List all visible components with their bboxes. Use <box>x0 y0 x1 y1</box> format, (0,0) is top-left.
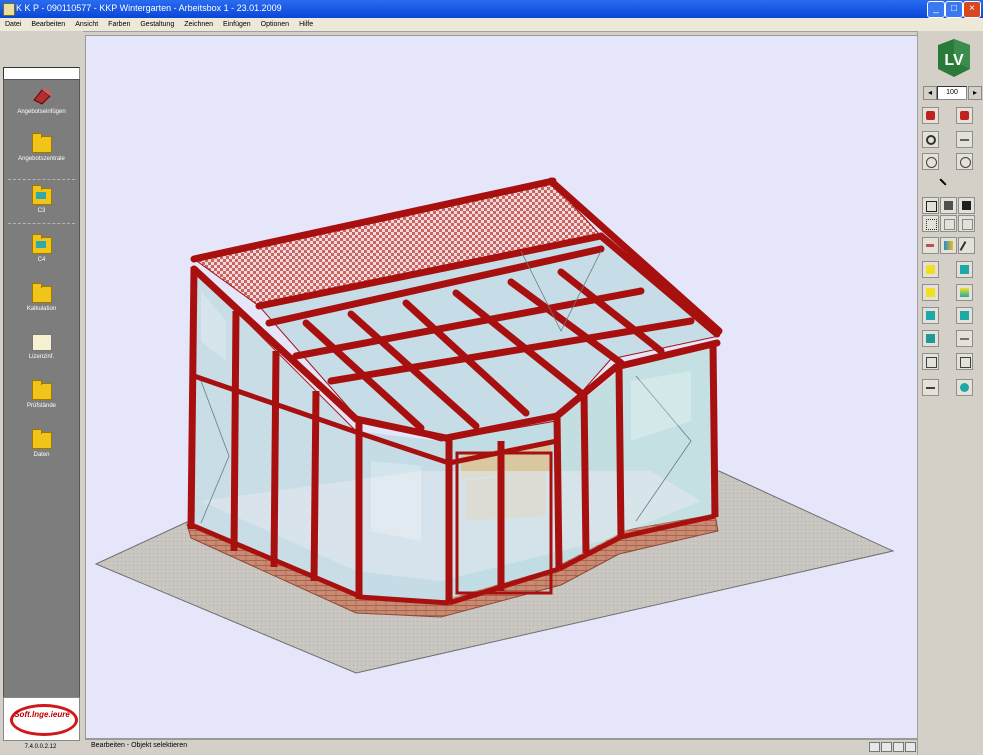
zoom-in-button[interactable]: ▸ <box>968 86 982 100</box>
status-button-1[interactable] <box>869 742 880 752</box>
menu-bar: Datei Bearbeiten Ansicht Farben Gestaltung Ze… <box>0 18 983 32</box>
window-title: K K P - 090110577 - KKP Wintergarten - A… <box>16 3 282 13</box>
sidebar-item-label: C3 <box>37 208 46 214</box>
status-bar: Bearbeiten - Objekt selektieren <box>85 739 917 754</box>
logo-swirl <box>10 704 78 736</box>
door-icon[interactable] <box>956 353 973 370</box>
sidebar-item-kalkulation[interactable]: Kalkulation <box>4 283 79 322</box>
menu-einfuegen[interactable]: Einfügen <box>218 18 256 31</box>
window-icon[interactable] <box>922 353 939 370</box>
status-text: Bearbeiten - Objekt selektieren <box>91 742 188 749</box>
tool-red-right-icon[interactable] <box>956 107 973 124</box>
drawing-canvas[interactable] <box>85 35 919 739</box>
sidebar-item-pruefstaende[interactable]: Prüfstände <box>4 380 79 419</box>
folder-teal-icon <box>31 234 52 254</box>
sidebar-item-label: Lizenzinf. <box>28 354 55 360</box>
pencil-icon[interactable] <box>958 237 975 254</box>
print-icon[interactable] <box>940 197 957 214</box>
status-button-2[interactable] <box>881 742 892 752</box>
version-label: 7.4.0.0.2.12 <box>3 741 78 753</box>
sidebar-item-daten[interactable]: Daten <box>4 429 79 468</box>
palette-icon[interactable] <box>940 237 957 254</box>
left-panel: Angebotseinfügen Angebotszentrale C3 C4 … <box>0 31 83 755</box>
conservatory-3d-view <box>94 177 895 674</box>
grid-icon[interactable] <box>922 215 939 232</box>
quote-icon <box>32 88 52 105</box>
folder-icon <box>31 429 52 449</box>
rotate-right-icon[interactable] <box>956 153 973 170</box>
teal-shape-icon[interactable] <box>956 379 973 396</box>
menu-ansicht[interactable]: Ansicht <box>70 18 103 31</box>
yellow-corner-icon[interactable] <box>922 284 939 301</box>
menu-optionen[interactable]: Optionen <box>256 18 294 31</box>
status-button-3[interactable] <box>893 742 904 752</box>
sidebar-item-label: Prüfstände <box>26 403 57 409</box>
logo-text: Soft.Inge.ieure <box>14 710 70 719</box>
status-button-4[interactable] <box>905 742 916 752</box>
lv-logo-icon: LV <box>938 39 970 77</box>
zoom-icon[interactable] <box>922 131 939 148</box>
yellow-panel-icon[interactable] <box>922 261 939 278</box>
zoom-out-button[interactable]: ◂ <box>923 86 937 100</box>
teal-column-icon[interactable] <box>922 330 939 347</box>
yellow-teal-corner-icon[interactable] <box>956 284 973 301</box>
sidebar-item-label: Daten <box>33 452 50 458</box>
right-toolbar: LV ◂ 100 ▸ <box>917 31 983 755</box>
menu-farben[interactable]: Farben <box>103 18 135 31</box>
rotate-left-icon[interactable] <box>922 153 939 170</box>
document-folder-icon <box>31 334 52 351</box>
lv-logo-text: LV <box>944 52 964 69</box>
company-logo: Soft.Inge.ieure <box>3 697 80 741</box>
minus-icon[interactable] <box>922 379 939 396</box>
calculator-folder-icon <box>31 283 52 303</box>
sidebar-item-label: Kalkulation <box>26 306 57 312</box>
sidebar-item-angebot[interactable]: Angebotseinfügen <box>4 86 79 122</box>
app-icon <box>3 3 15 16</box>
menu-gestaltung[interactable]: Gestaltung <box>135 18 179 31</box>
sidebar-item-label: Angebotszentrale <box>18 156 65 162</box>
menu-hilfe[interactable]: Hilfe <box>294 18 318 31</box>
zoom-field[interactable]: 100 <box>937 86 967 100</box>
folder-teal-icon <box>31 185 52 205</box>
draw-icon[interactable] <box>922 237 939 254</box>
pan-icon[interactable] <box>956 131 973 148</box>
sidebar-item-lizenz[interactable]: Lizenzinf. <box>4 334 79 370</box>
sidebar-item-label: C4 <box>37 257 46 263</box>
sidebar: Angebotseinfügen Angebotszentrale C3 C4 … <box>3 79 80 725</box>
menu-zeichnen[interactable]: Zeichnen <box>179 18 218 31</box>
zoom-control: ◂ 100 ▸ <box>921 85 982 100</box>
sidebar-item-c3[interactable]: C3 <box>4 185 79 224</box>
teal-corner-icon[interactable] <box>922 307 939 324</box>
sidebar-item-c4[interactable]: C4 <box>4 234 79 273</box>
title-bar: K K P - 090110577 - KKP Wintergarten - A… <box>0 0 983 18</box>
minimize-button[interactable]: _ <box>927 1 945 18</box>
tool-red-left-icon[interactable] <box>922 107 939 124</box>
paste-icon[interactable] <box>958 215 975 232</box>
layer-icon[interactable] <box>922 197 939 214</box>
sidebar-item-zentrale[interactable]: Angebotszentrale <box>4 133 79 172</box>
folder-documents-icon <box>31 133 52 153</box>
save-icon[interactable] <box>958 197 975 214</box>
folder-icon <box>31 380 52 400</box>
copy-icon[interactable] <box>940 215 957 232</box>
sidebar-divider <box>8 179 75 180</box>
teal-wall-icon[interactable] <box>956 307 973 324</box>
teal-panel-icon[interactable] <box>956 261 973 278</box>
close-button[interactable]: × <box>963 1 981 18</box>
pointer-icon[interactable] <box>939 175 956 192</box>
menu-datei[interactable]: Datei <box>0 18 26 31</box>
sidebar-divider <box>8 223 75 224</box>
maximize-button[interactable]: □ <box>945 1 963 18</box>
sidebar-item-label: Angebotseinfügen <box>17 109 66 115</box>
menu-bearbeiten[interactable]: Bearbeiten <box>26 18 70 31</box>
arrow-left-icon[interactable] <box>956 330 973 347</box>
